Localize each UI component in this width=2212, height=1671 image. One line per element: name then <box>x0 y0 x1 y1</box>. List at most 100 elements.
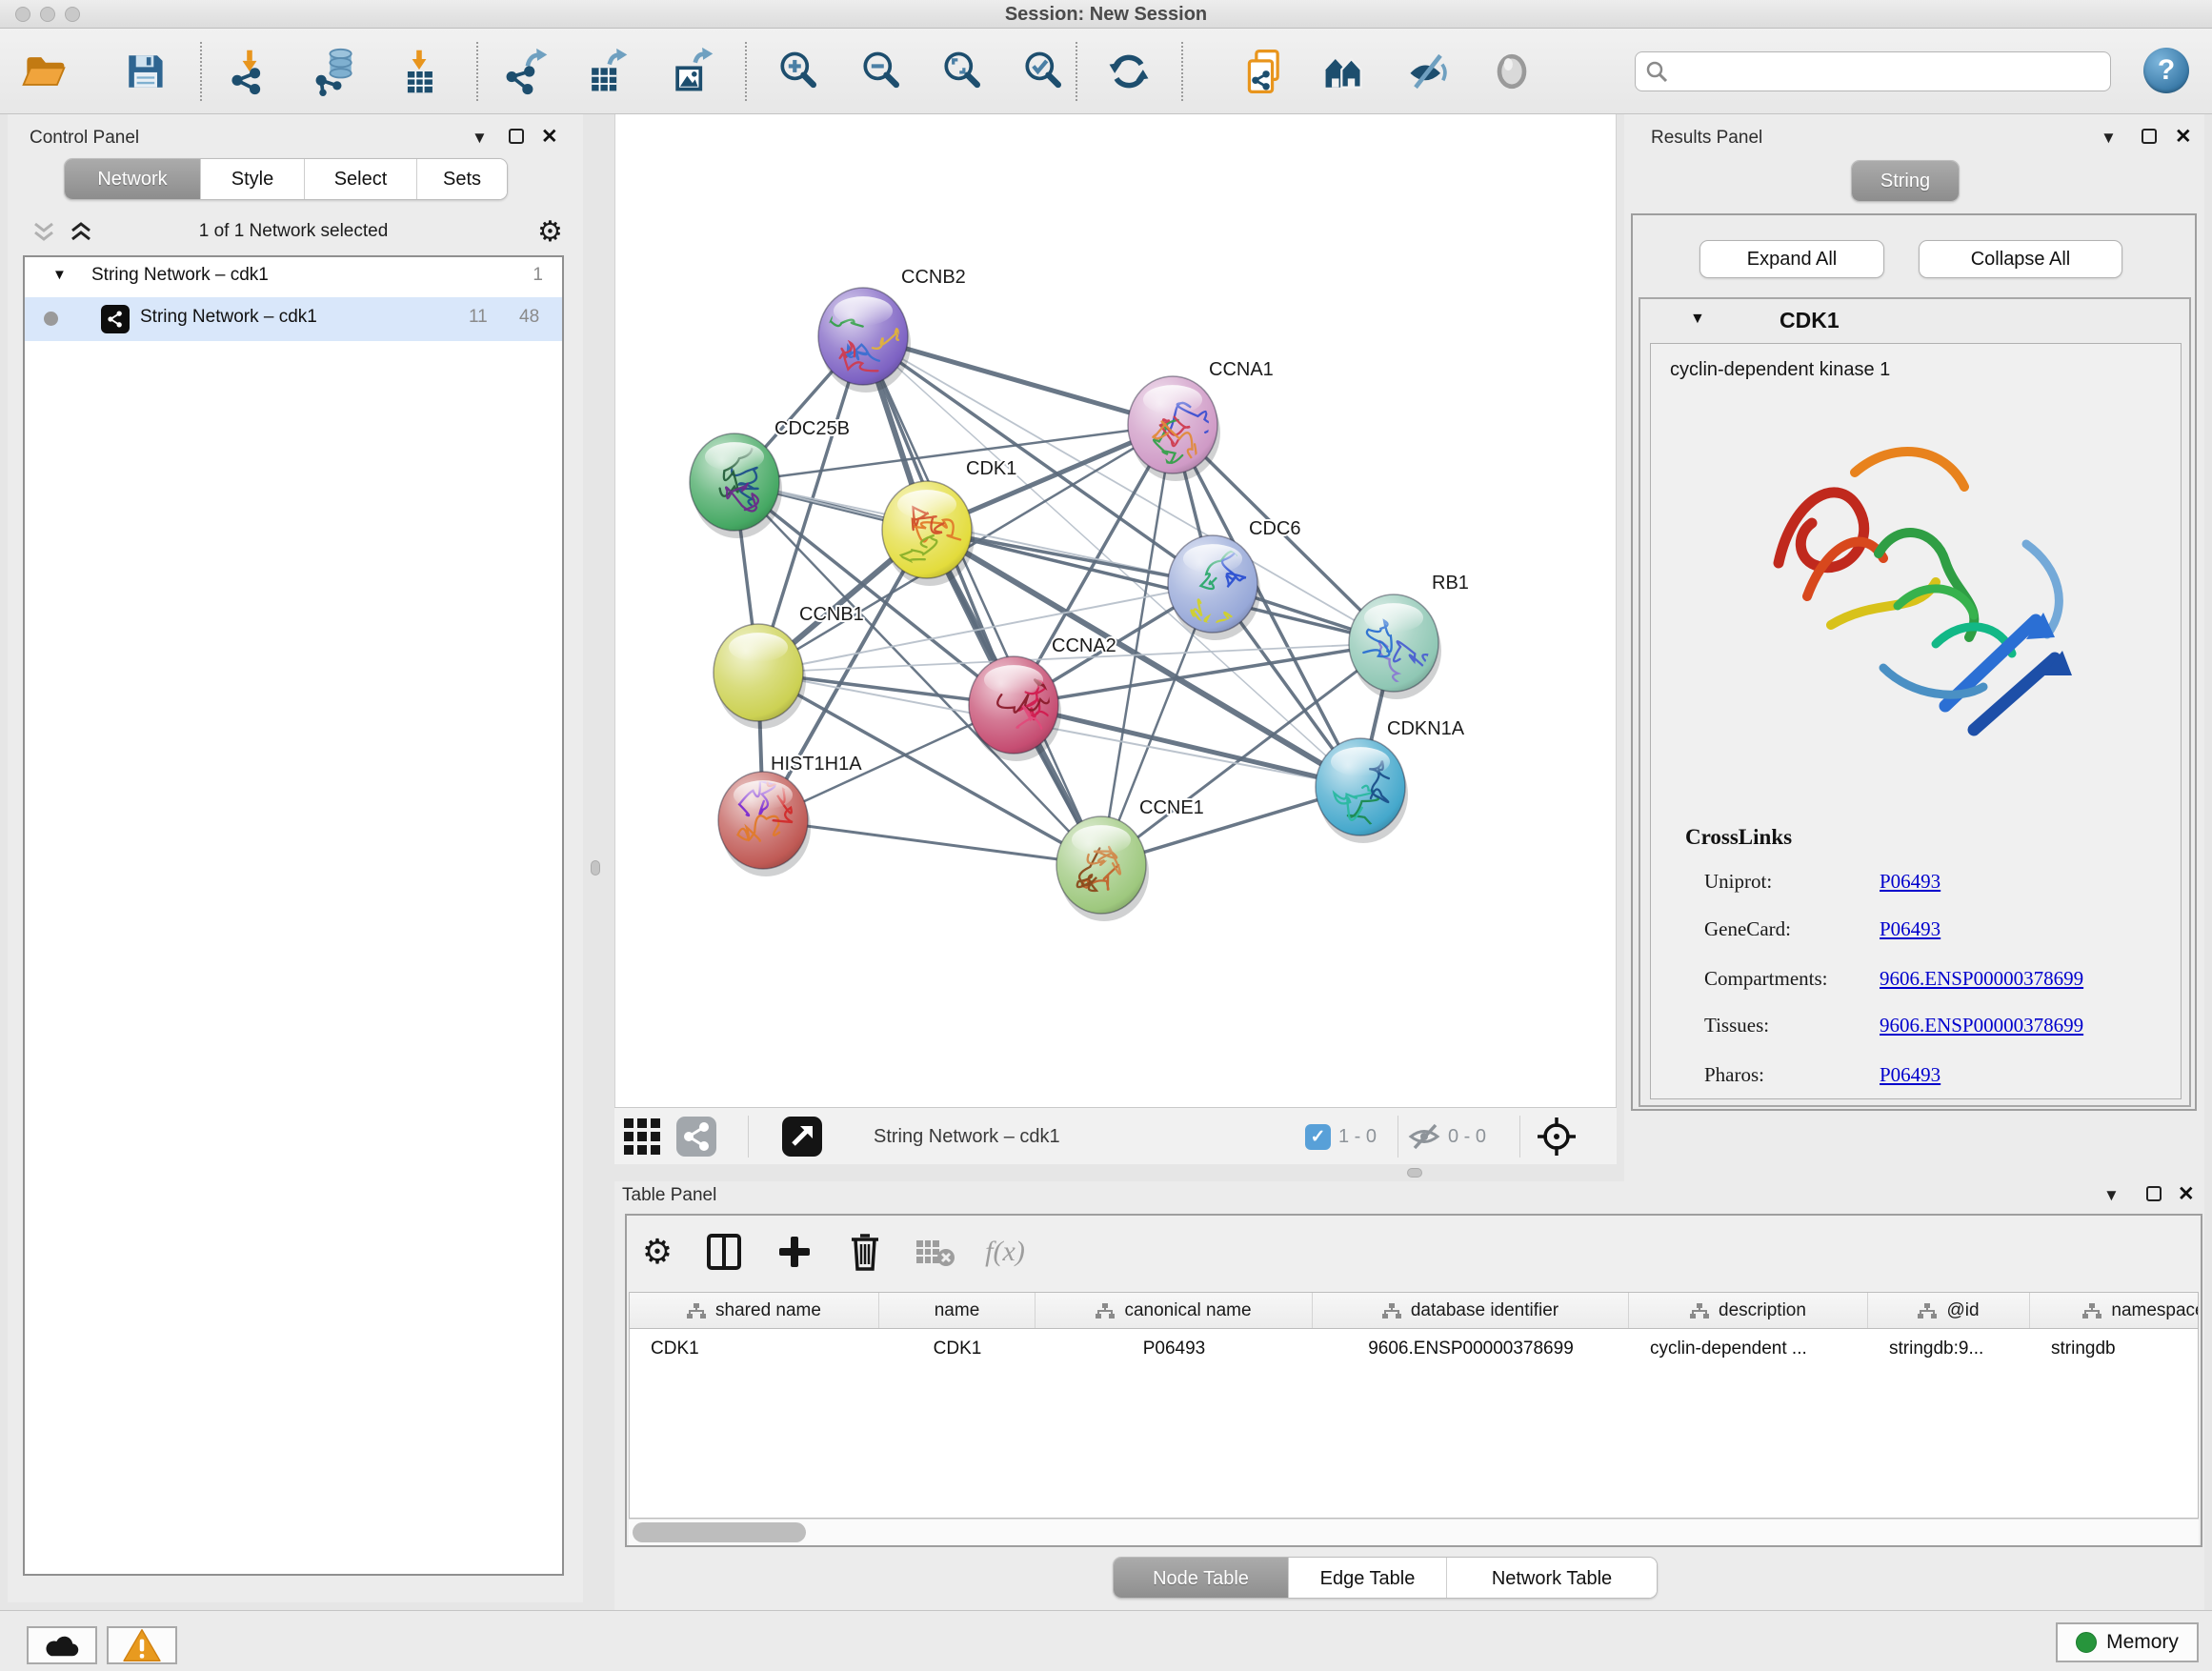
table-panel-tabs: Node Table Edge Table Network Table <box>1113 1557 1658 1599</box>
open-folder-icon <box>19 47 69 96</box>
panel-float-icon[interactable] <box>2142 129 2157 144</box>
gear-icon[interactable]: ⚙ <box>537 215 563 249</box>
footer-separator <box>1519 1116 1520 1158</box>
table-settings-button[interactable]: ⚙ <box>633 1229 682 1275</box>
crosslink-link[interactable]: 9606.ENSP00000378699 <box>1880 1014 2083 1037</box>
zoom-fit-button[interactable] <box>935 45 989 98</box>
tree-expand-icon[interactable]: ▼ <box>52 267 67 283</box>
clone-network-button[interactable] <box>1240 45 1294 98</box>
panel-menu-icon[interactable]: ▼ <box>2101 130 2117 146</box>
preferred-layout-button[interactable] <box>1318 45 1372 98</box>
create-column-button[interactable] <box>770 1229 819 1275</box>
node-table[interactable]: shared name name canonical name database… <box>629 1292 2199 1519</box>
tab-sets[interactable]: Sets <box>417 159 507 199</box>
graph-node-CDK1[interactable]: CDK1 <box>882 458 1016 586</box>
column-header[interactable]: description <box>1629 1293 1868 1328</box>
collapse-entry-icon[interactable]: ▼ <box>1690 311 1705 328</box>
export-table-button[interactable] <box>579 45 633 98</box>
expand-all-button[interactable]: Expand All <box>1699 240 1884 278</box>
graph-node-RB1[interactable]: RB1 <box>1349 573 1469 704</box>
horizontal-scrollbar[interactable] <box>629 1519 2199 1545</box>
graph-node-CDC25B[interactable]: CDC25B <box>690 418 850 538</box>
collapse-all-button[interactable]: Collapse All <box>1919 240 2122 278</box>
export-image-icon <box>667 47 716 96</box>
grid-view-button[interactable] <box>622 1108 662 1165</box>
eye-disabled-icon <box>1487 47 1537 96</box>
column-header[interactable]: shared name <box>630 1293 879 1328</box>
show-hide-graphics-button[interactable] <box>1401 45 1455 98</box>
column-header[interactable]: database identifier <box>1313 1293 1629 1328</box>
tab-edge-table[interactable]: Edge Table <box>1289 1558 1447 1599</box>
tab-string[interactable]: String <box>1852 161 1959 201</box>
crosslinks-title: CrossLinks <box>1685 825 1792 850</box>
import-network-button[interactable] <box>223 45 276 98</box>
apply-layout-button[interactable] <box>1102 45 1156 98</box>
crosslink-link[interactable]: P06493 <box>1880 1063 1941 1087</box>
graph-node-CCNA1[interactable]: CCNA1 <box>1128 359 1274 481</box>
graph-node-CDKN1A[interactable]: CDKN1A <box>1316 718 1465 863</box>
panel-close-icon[interactable]: ✕ <box>541 127 558 147</box>
memory-button[interactable]: Memory <box>2056 1622 2199 1662</box>
panel-menu-icon[interactable]: ▼ <box>472 130 488 146</box>
network-collection-row[interactable]: ▼ String Network – cdk1 1 <box>25 257 562 297</box>
column-header[interactable]: @id <box>1868 1293 2030 1328</box>
zoom-selected-button[interactable] <box>1016 45 1070 98</box>
splitter-handle[interactable] <box>1407 1168 1422 1178</box>
selected-checkbox[interactable]: ✓ <box>1305 1108 1331 1165</box>
column-header[interactable]: canonical name <box>1036 1293 1313 1328</box>
graph-node-CCNB2[interactable]: CCNB2 <box>815 267 966 393</box>
node-entry-header[interactable]: ▼ CDK1 <box>1640 299 2189 341</box>
export-network-button[interactable] <box>499 45 553 98</box>
clone-network-icon <box>1242 47 1292 96</box>
import-database-button[interactable] <box>309 45 362 98</box>
birdseye-toggle-button[interactable] <box>1536 1108 1578 1165</box>
crosslink-label: Uniprot: <box>1704 870 1772 894</box>
import-table-button[interactable] <box>392 45 446 98</box>
save-session-button[interactable] <box>118 45 171 98</box>
table-row[interactable]: CDK1 CDK1 P06493 9606.ENSP00000378699 cy… <box>630 1329 2198 1369</box>
cloud-status-button[interactable] <box>27 1626 97 1664</box>
search-input[interactable] <box>1635 51 2111 91</box>
show-columns-button[interactable] <box>699 1229 749 1275</box>
node-entry-details: cyclin-dependent kinase 1 Cro <box>1650 343 2182 1099</box>
column-header[interactable]: name <box>879 1293 1036 1328</box>
network-row-selected[interactable]: String Network – cdk1 11 48 <box>25 297 562 341</box>
tab-style[interactable]: Style <box>201 159 305 199</box>
graph-node-HIST1H1A[interactable]: HIST1H1A <box>718 754 862 876</box>
delete-table-button-disabled <box>911 1229 960 1275</box>
open-session-button[interactable] <box>17 45 70 98</box>
panel-close-icon[interactable]: ✕ <box>2178 1184 2195 1204</box>
tab-network-table[interactable]: Network Table <box>1447 1558 1657 1599</box>
network-canvas[interactable]: CCNB2CCNA1CDC25BCDK1CDC6RB1CCNB1CCNA2CDK… <box>614 114 1617 1107</box>
panel-close-icon[interactable]: ✕ <box>2175 127 2192 147</box>
string-network-graph[interactable]: CCNB2CCNA1CDC25BCDK1CDC6RB1CCNB1CCNA2CDK… <box>615 114 1617 1107</box>
tab-node-table[interactable]: Node Table <box>1114 1558 1289 1599</box>
delete-column-button[interactable] <box>840 1229 890 1275</box>
birdseye-view-button[interactable] <box>1485 45 1538 98</box>
panel-menu-icon[interactable]: ▼ <box>2103 1187 2120 1203</box>
zoom-in-button[interactable] <box>772 45 825 98</box>
export-network-icon <box>501 47 551 96</box>
scrollbar-thumb[interactable] <box>633 1522 806 1542</box>
crosslink-link[interactable]: 9606.ENSP00000378699 <box>1880 967 2083 991</box>
tab-select[interactable]: Select <box>305 159 417 199</box>
crosslink-link[interactable]: P06493 <box>1880 870 1941 894</box>
graph-node-CDC6[interactable]: CDC6 <box>1168 518 1300 640</box>
export-image-button[interactable] <box>665 45 718 98</box>
column-header[interactable]: namespace <box>2030 1293 2199 1328</box>
help-button[interactable]: ? <box>2143 48 2189 93</box>
crosslink-link[interactable]: P06493 <box>1880 917 1941 941</box>
graph-node-CCNB1[interactable]: CCNB1 <box>714 604 864 729</box>
panel-float-icon[interactable] <box>509 129 524 144</box>
cell-description: cyclin-dependent ... <box>1629 1329 1868 1369</box>
warnings-button[interactable] <box>107 1626 177 1664</box>
control-panel-title: Control Panel <box>30 128 139 149</box>
tab-network[interactable]: Network <box>65 159 201 199</box>
splitter-handle[interactable] <box>591 860 600 876</box>
open-in-browser-button[interactable] <box>781 1108 823 1165</box>
hidden-toggle[interactable] <box>1407 1108 1441 1165</box>
zoom-out-button[interactable] <box>855 45 908 98</box>
panel-float-icon[interactable] <box>2146 1186 2162 1201</box>
node-table-card: ⚙ <box>625 1214 2202 1547</box>
network-style-button[interactable] <box>675 1108 717 1165</box>
